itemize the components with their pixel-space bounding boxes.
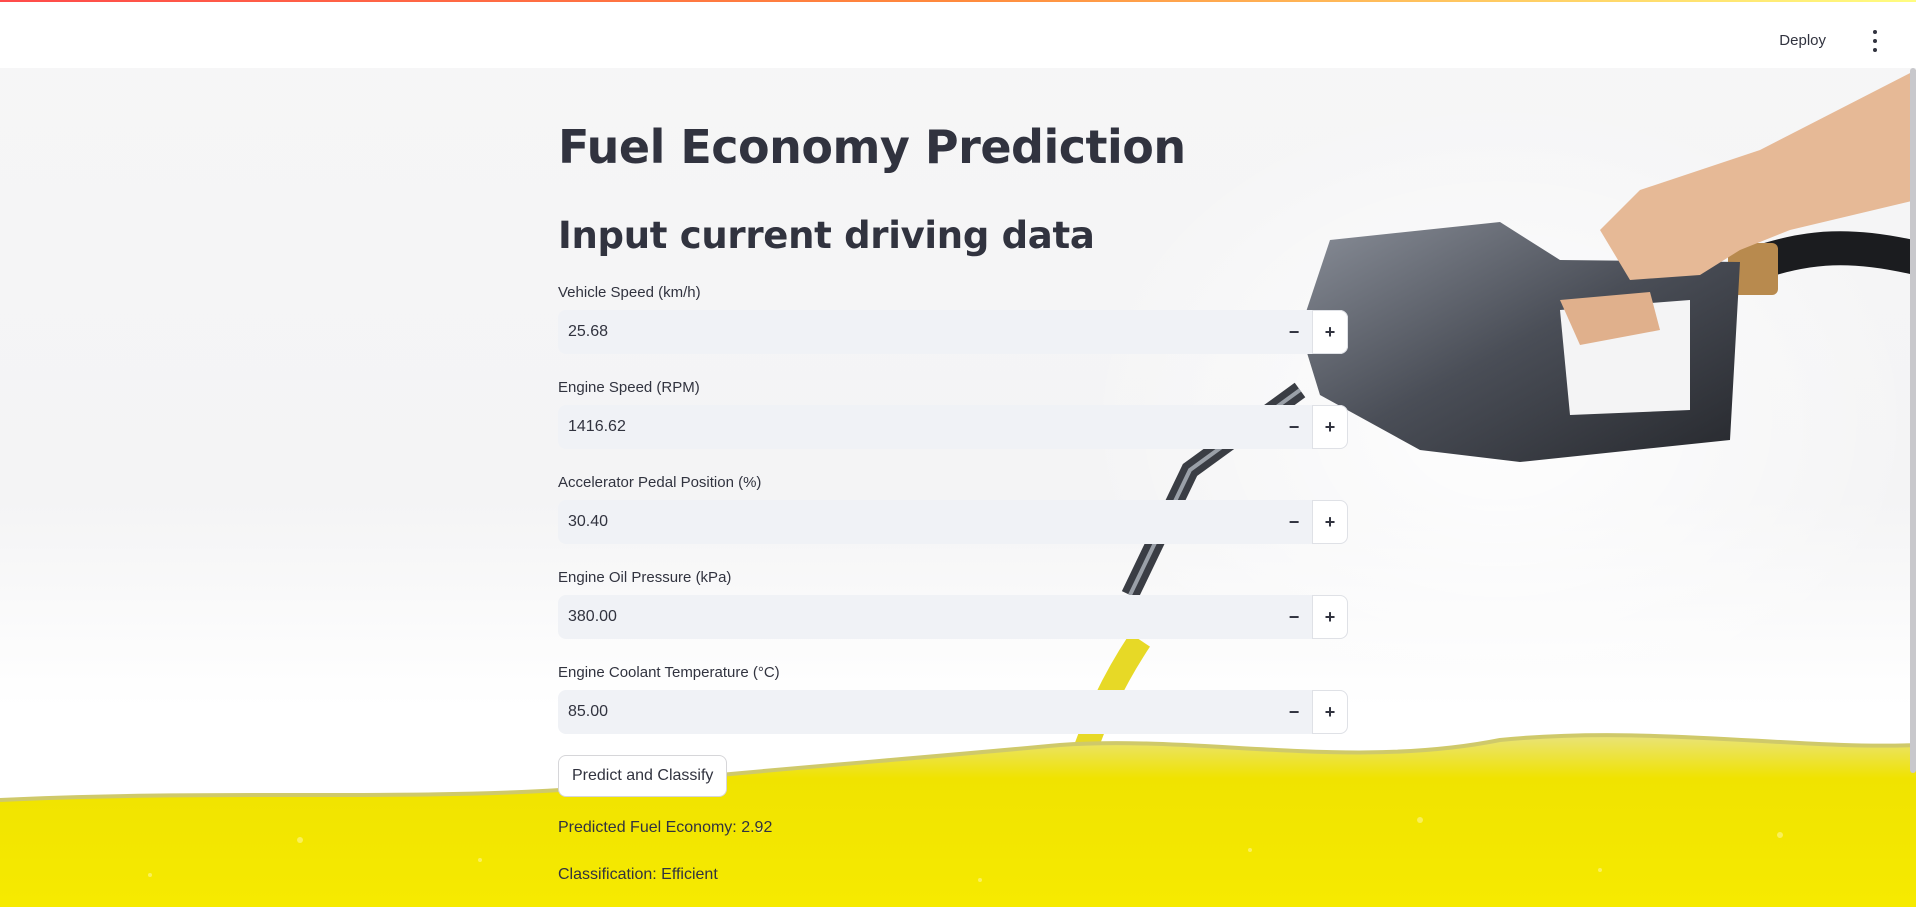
app-header: Deploy bbox=[0, 2, 1916, 68]
app-root: Deploy Fuel Economy Prediction Input cur… bbox=[0, 0, 1916, 907]
engine-speed-field: Engine Speed (RPM) − + bbox=[558, 377, 1348, 449]
main-menu-button[interactable] bbox=[1868, 30, 1882, 52]
number-input: − + bbox=[558, 595, 1348, 639]
decrement-button[interactable]: − bbox=[1276, 500, 1312, 544]
plus-icon: + bbox=[1324, 606, 1336, 627]
top-decoration-bar bbox=[0, 0, 1916, 2]
vehicle-speed-input[interactable] bbox=[558, 310, 1258, 354]
predict-and-classify-button[interactable]: Predict and Classify bbox=[558, 755, 728, 797]
coolant-temperature-input[interactable] bbox=[558, 690, 1258, 734]
minus-icon: − bbox=[1288, 511, 1300, 532]
number-input: − + bbox=[558, 500, 1348, 544]
number-input: − + bbox=[558, 405, 1348, 449]
decrement-button[interactable]: − bbox=[1276, 690, 1312, 734]
decrement-button[interactable]: − bbox=[1276, 405, 1312, 449]
plus-icon: + bbox=[1324, 701, 1336, 722]
number-input: − + bbox=[558, 690, 1348, 734]
engine-speed-input[interactable] bbox=[558, 405, 1258, 449]
increment-button[interactable]: + bbox=[1312, 690, 1348, 734]
increment-button[interactable]: + bbox=[1312, 405, 1348, 449]
plus-icon: + bbox=[1324, 511, 1336, 532]
oil-pressure-input[interactable] bbox=[558, 595, 1258, 639]
vehicle-speed-field: Vehicle Speed (km/h) − + bbox=[558, 282, 1348, 354]
coolant-temperature-field: Engine Coolant Temperature (°C) − + bbox=[558, 662, 1348, 734]
minus-icon: − bbox=[1288, 701, 1300, 722]
field-label: Vehicle Speed (km/h) bbox=[558, 284, 701, 301]
page-title: Fuel Economy Prediction bbox=[558, 120, 1186, 174]
increment-button[interactable]: + bbox=[1312, 500, 1348, 544]
field-label: Engine Oil Pressure (kPa) bbox=[558, 569, 732, 586]
classification-text: Classification: Efficient bbox=[558, 866, 718, 883]
field-label: Accelerator Pedal Position (%) bbox=[558, 474, 762, 491]
minus-icon: − bbox=[1288, 416, 1300, 437]
field-label: Engine Speed (RPM) bbox=[558, 379, 700, 396]
vertical-dots-icon bbox=[1873, 30, 1877, 34]
decrement-button[interactable]: − bbox=[1276, 310, 1312, 354]
predicted-fuel-economy-text: Predicted Fuel Economy: 2.92 bbox=[558, 819, 773, 836]
page-scrollbar[interactable] bbox=[1910, 68, 1916, 773]
section-title: Input current driving data bbox=[558, 214, 1095, 257]
field-label: Engine Coolant Temperature (°C) bbox=[558, 664, 780, 681]
plus-icon: + bbox=[1324, 321, 1336, 342]
accelerator-pedal-field: Accelerator Pedal Position (%) − + bbox=[558, 472, 1348, 544]
number-input: − + bbox=[558, 310, 1348, 354]
increment-button[interactable]: + bbox=[1312, 310, 1348, 354]
deploy-button[interactable]: Deploy bbox=[1771, 28, 1834, 53]
minus-icon: − bbox=[1288, 321, 1300, 342]
accelerator-pedal-input[interactable] bbox=[558, 500, 1258, 544]
decrement-button[interactable]: − bbox=[1276, 595, 1312, 639]
minus-icon: − bbox=[1288, 606, 1300, 627]
increment-button[interactable]: + bbox=[1312, 595, 1348, 639]
plus-icon: + bbox=[1324, 416, 1336, 437]
oil-pressure-field: Engine Oil Pressure (kPa) − + bbox=[558, 567, 1348, 639]
